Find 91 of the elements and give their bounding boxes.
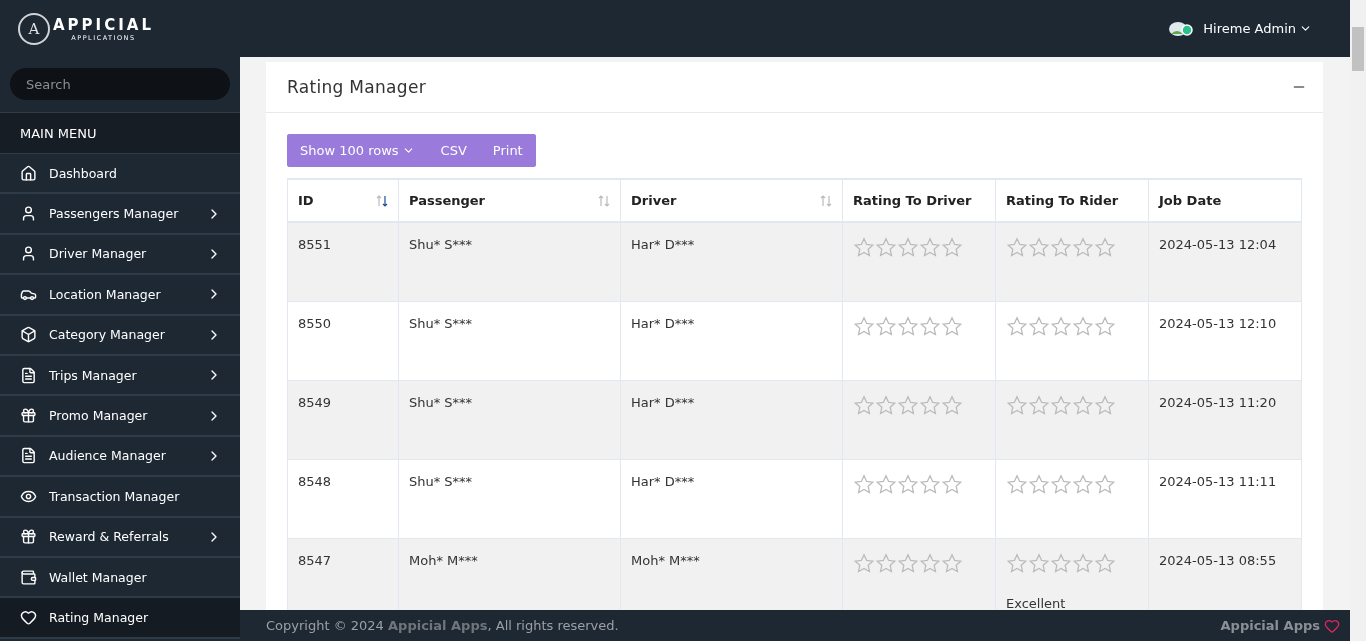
star-icon <box>1028 552 1050 574</box>
menu-icon <box>20 447 37 465</box>
logo-name: APPICIAL <box>53 15 154 34</box>
star-icon <box>1006 473 1028 495</box>
star-icon <box>853 394 875 416</box>
rating-comment: Excellent <box>1006 595 1067 610</box>
star-icon <box>919 473 941 495</box>
table-cell: Shu* S*** <box>398 301 621 380</box>
logo-mark: A <box>18 12 50 45</box>
star-icon <box>1094 237 1116 258</box>
star-icon <box>875 552 897 574</box>
star-icon <box>1094 552 1116 574</box>
star-icon <box>897 315 919 337</box>
table-cell: 2024-05-13 12:10 <box>1148 301 1302 380</box>
table-cell: Shu* S*** <box>398 459 621 538</box>
star-icon <box>1006 552 1028 574</box>
star-icon <box>897 237 919 258</box>
star-icon <box>919 394 941 416</box>
star-icon <box>919 237 941 258</box>
star-icon <box>1028 315 1050 337</box>
star-icon <box>1072 315 1094 337</box>
star-icon <box>897 473 919 495</box>
menu-icon <box>20 164 37 182</box>
menu-icon <box>20 407 37 425</box>
star-icon <box>897 394 919 416</box>
heart-icon <box>1324 617 1340 634</box>
menu-icon <box>20 568 37 586</box>
star-icon <box>919 552 941 574</box>
star-icon <box>1006 315 1028 337</box>
star-icon <box>1050 552 1072 574</box>
star-icon <box>1028 394 1050 416</box>
card-title: Rating Manager <box>287 77 426 97</box>
star-icon <box>919 315 941 337</box>
star-icon <box>1006 237 1028 258</box>
star-icon <box>853 473 875 495</box>
star-icon <box>941 237 963 258</box>
table-cell: Har* D*** <box>620 380 843 459</box>
star-icon <box>875 473 897 495</box>
menu-icon <box>20 528 37 546</box>
star-icon <box>875 237 897 258</box>
table-cell: Shu* S*** <box>398 222 621 301</box>
table-cell: 8550 <box>287 301 399 380</box>
star-icon <box>1072 394 1094 416</box>
user-menu[interactable]: Hireme Admin <box>1203 21 1312 36</box>
table-cell: 8548 <box>287 459 399 538</box>
star-icon <box>1050 473 1072 495</box>
table-cell: 2024-05-13 11:11 <box>1148 459 1302 538</box>
star-icon <box>1072 473 1094 495</box>
star-icon <box>1072 552 1094 574</box>
star-icon <box>875 394 897 416</box>
scroll-bar[interactable] <box>1350 0 1366 641</box>
star-icon <box>1050 237 1072 258</box>
scroll-thumb[interactable] <box>1352 27 1364 71</box>
menu-icon <box>20 366 37 384</box>
sort-icon[interactable] <box>376 194 388 207</box>
avatar-icon <box>1169 20 1194 37</box>
menu-icon <box>20 245 37 263</box>
table-cell: 8549 <box>287 380 399 459</box>
star-icon <box>1072 237 1094 258</box>
star-icon <box>853 552 875 574</box>
table-cell: Har* D*** <box>620 222 843 301</box>
star-icon <box>1094 315 1116 337</box>
table-cell: 2024-05-13 11:20 <box>1148 380 1302 459</box>
star-icon <box>1094 394 1116 416</box>
table-cell: 8551 <box>287 222 399 301</box>
table-cell: Har* D*** <box>620 301 843 380</box>
star-icon <box>853 315 875 337</box>
star-icon <box>897 552 919 574</box>
star-icon <box>941 473 963 495</box>
table-cell: Har* D*** <box>620 459 843 538</box>
table-cell: 2024-05-13 12:04 <box>1148 222 1302 301</box>
search-field[interactable]: Search <box>10 68 230 100</box>
star-icon <box>941 394 963 416</box>
star-icon <box>941 315 963 337</box>
star-icon <box>1028 473 1050 495</box>
star-icon <box>1050 315 1072 337</box>
menu-item[interactable]: Rating Manager <box>0 598 240 639</box>
menu-icon <box>20 326 37 344</box>
menu-heading: MAIN MENU <box>0 113 240 154</box>
copyright-text: Copyright © 2024 Appicial Apps, All rights reserved. <box>266 618 619 633</box>
brand-link[interactable]: Appicial Apps <box>1220 618 1320 633</box>
star-icon <box>941 552 963 574</box>
star-icon <box>1006 394 1028 416</box>
star-icon <box>1094 473 1116 495</box>
star-icon <box>853 237 875 258</box>
star-icon <box>1028 237 1050 258</box>
menu-icon <box>20 609 37 626</box>
menu-icon <box>20 205 37 223</box>
star-icon <box>875 315 897 337</box>
star-icon <box>1050 394 1072 416</box>
table-cell: Shu* S*** <box>398 380 621 459</box>
